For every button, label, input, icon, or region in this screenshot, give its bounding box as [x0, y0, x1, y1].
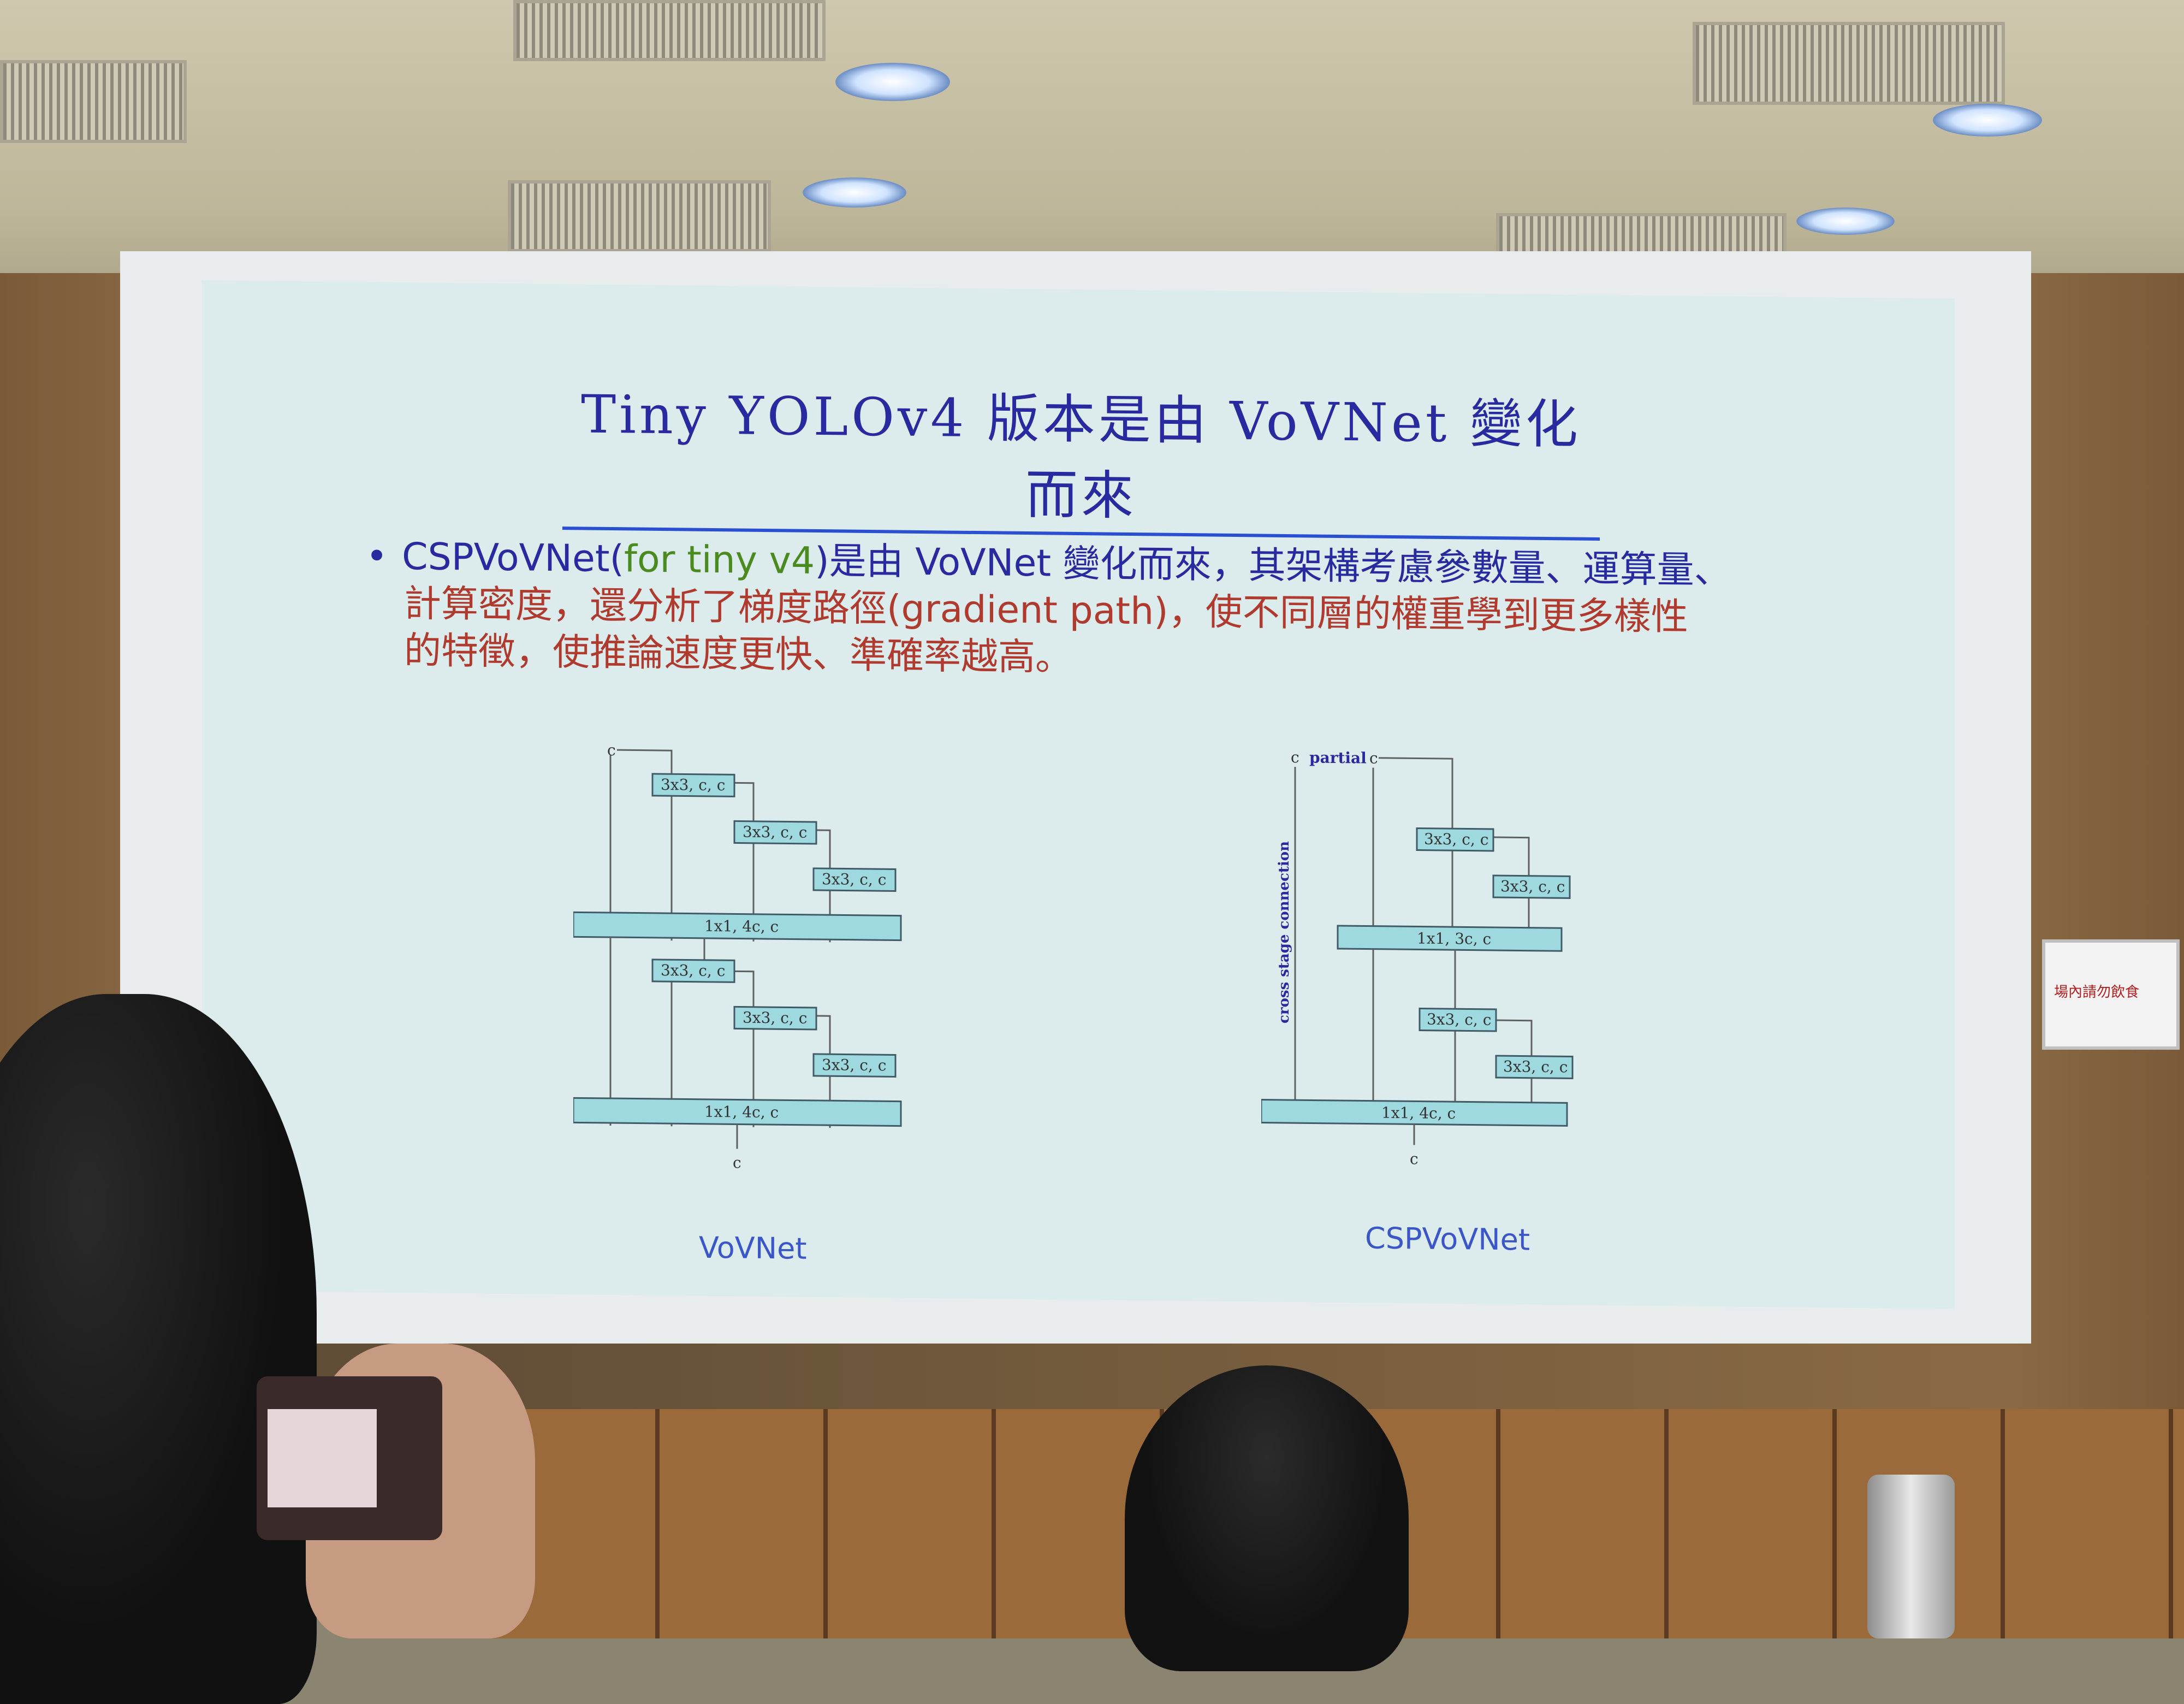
audience-head [0, 994, 317, 1704]
block-label: 3x3, c, c [822, 1056, 886, 1074]
vovnet-diagram: c 3x3, c, c 3x3, c, c 3x3, c, c 1x1, 4c,… [573, 743, 902, 1172]
ceiling-vent [513, 0, 826, 61]
lecture-hall-scene: 場內請勿飲食 Tiny YOLOv4 版本是由 VoVNet 變化而來 • CSP… [0, 0, 2184, 1704]
ceiling-vent [1693, 22, 2005, 105]
wall-notice: 場內請勿飲食 [2042, 939, 2180, 1050]
cspvovnet-caption: CSPVoVNet [1365, 1221, 1530, 1257]
camera-screen [268, 1409, 377, 1507]
block-label: 1x1, 4c, c [704, 917, 779, 936]
block-label: 3x3, c, c [1503, 1057, 1568, 1076]
cspvovnet-diagram: c partial c cross stage connection 3x3, … [1261, 750, 1574, 1168]
ceiling-vent [508, 180, 771, 252]
block-label: 3x3, c, c [743, 823, 807, 842]
block-label: 3x3, c, c [1424, 830, 1488, 849]
block-label: 3x3, c, c [822, 870, 886, 889]
ceiling-light [803, 177, 906, 208]
csp-input-right: c [1369, 750, 1378, 767]
block-label: 1x1, 3c, c [1417, 929, 1491, 948]
audience-head [1125, 1365, 1409, 1671]
vovnet-input-label: c [607, 743, 616, 759]
ceiling-light [1796, 208, 1895, 235]
connector [1379, 757, 1453, 829]
ceiling-light [835, 63, 950, 101]
bullet-dot: • [366, 535, 388, 578]
bullet-line-3: 的特徵，使推論速度更快、準確率越高。 [404, 629, 1073, 679]
ceiling-vent [0, 60, 187, 143]
block-label: 3x3, c, c [661, 776, 725, 794]
csp-partial-label: partial [1309, 750, 1367, 767]
ceiling-light [1933, 104, 2042, 137]
csp-input-left: c [1291, 750, 1299, 767]
block-label: 3x3, c, c [743, 1009, 807, 1027]
connector [617, 749, 673, 774]
bullet-line-2: 計算密度，還分析了梯度路徑(gradient path)，使不同層的權重學到更多… [404, 582, 1688, 639]
camera [257, 1376, 442, 1540]
block-label: 1x1, 4c, c [1381, 1104, 1456, 1122]
block-label: 3x3, c, c [661, 961, 725, 980]
block-label: 3x3, c, c [1427, 1010, 1491, 1029]
block-label: 3x3, c, c [1500, 877, 1565, 896]
connector [1491, 836, 1530, 876]
csp-side-label: cross stage connection [1276, 841, 1292, 1023]
bullet-green-text: for tiny v4 [624, 537, 815, 583]
bullet-blue-prefix: CSPVoVNet( [402, 535, 625, 581]
wall-notice-text: 場內請勿飲食 [2054, 984, 2140, 1001]
slide: Tiny YOLOv4 版本是由 VoVNet 變化而來 • CSPVoVNet(… [202, 280, 1955, 1309]
water-bottle [1867, 1475, 1955, 1638]
vovnet-output-label: c [733, 1153, 741, 1172]
vovnet-caption: VoVNet [699, 1230, 807, 1266]
csp-output-label: c [1410, 1150, 1419, 1168]
slide-bullet: • CSPVoVNet(for tiny v4)是由 VoVNet 變化而來，其架… [366, 533, 1873, 690]
block-label: 1x1, 4c, c [704, 1103, 779, 1121]
bullet-blue-suffix: )是由 VoVNet 變化而來，其架構考慮參數量、運算量、 [815, 539, 1731, 593]
slide-title: Tiny YOLOv4 版本是由 VoVNet 變化而來 [562, 371, 1600, 541]
